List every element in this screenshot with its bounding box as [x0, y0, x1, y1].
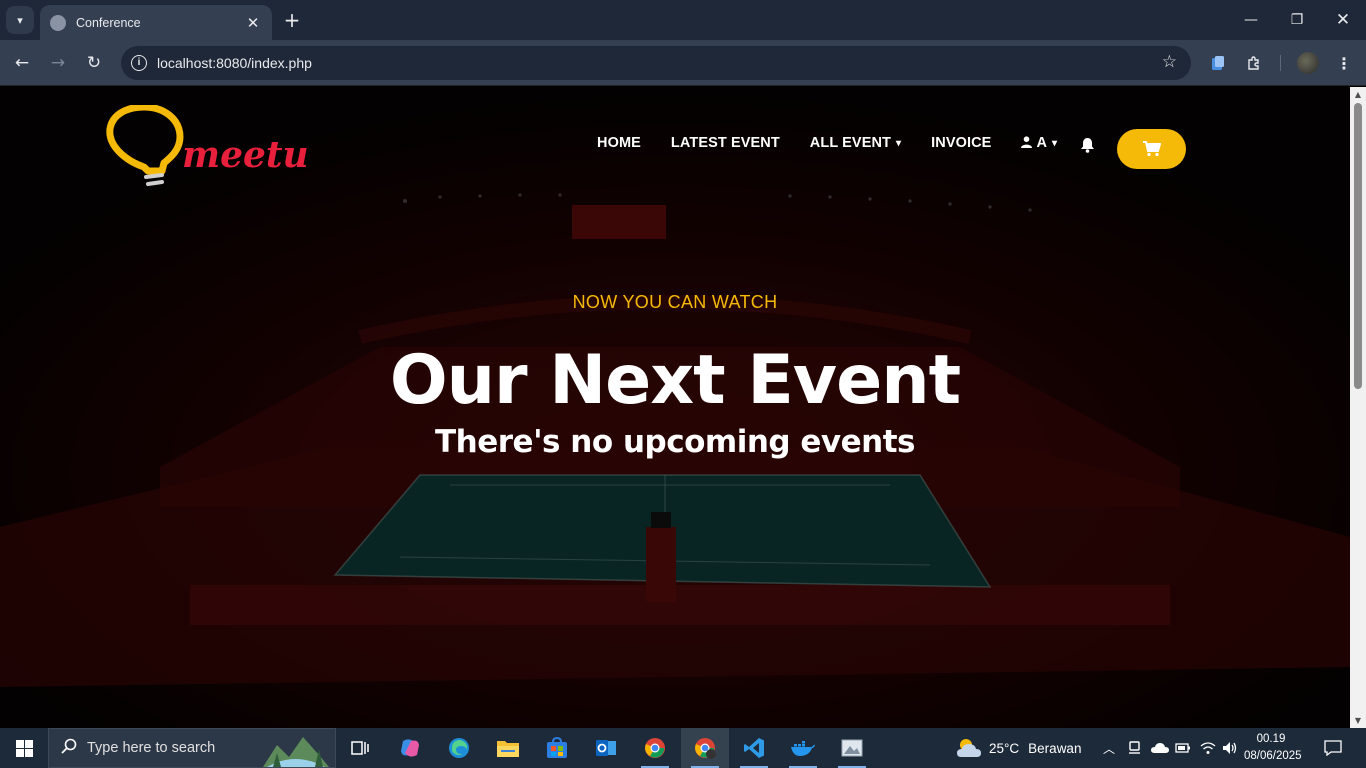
- vscode-icon: [744, 738, 764, 758]
- task-view-icon: [351, 741, 369, 755]
- store-app[interactable]: [533, 728, 581, 768]
- nav-all-event-label: ALL EVENT: [809, 135, 891, 151]
- hero-title: Our Next Event: [389, 341, 961, 420]
- cart-icon: [1142, 141, 1161, 157]
- image-viewer-app[interactable]: [828, 728, 876, 768]
- browser-tab[interactable]: Conference ✕: [40, 5, 272, 40]
- reload-button[interactable]: ↻: [80, 49, 108, 77]
- chevron-down-icon: ▾: [1052, 137, 1058, 149]
- weather-description: Berawan: [1028, 740, 1082, 756]
- scroll-down-icon[interactable]: ▼: [1353, 716, 1363, 725]
- site-navigation: HOME LATEST EVENT ALL EVENT ▾ INVOICE A …: [597, 135, 1087, 151]
- copilot-app[interactable]: [386, 728, 434, 768]
- folder-icon: [497, 741, 519, 757]
- minimize-button[interactable]: —: [1228, 0, 1274, 40]
- search-placeholder: Type here to search: [87, 740, 216, 756]
- volume-icon[interactable]: [1222, 728, 1238, 768]
- bell-icon[interactable]: [1080, 137, 1095, 157]
- bookmark-star-icon[interactable]: ☆: [1162, 52, 1177, 72]
- toolbar-divider: [1280, 55, 1281, 71]
- nav-invoice[interactable]: INVOICE: [931, 135, 991, 151]
- hero-kicker: NOW YOU CAN WATCH: [572, 292, 778, 312]
- copilot-icon: [401, 739, 419, 757]
- browser-toolbar: ← → ↻ i localhost:8080/index.php ☆ ⋮: [0, 40, 1366, 86]
- browser-menu-icon[interactable]: ⋮: [1333, 52, 1355, 74]
- tab-title: Conference: [76, 15, 141, 30]
- chrome-app[interactable]: [631, 728, 679, 768]
- address-bar[interactable]: i localhost:8080/index.php ☆: [121, 46, 1191, 80]
- search-icon: [61, 738, 77, 758]
- edge-app[interactable]: [435, 728, 483, 768]
- scrollbar-thumb[interactable]: [1354, 103, 1362, 389]
- weather-widget[interactable]: 25°C Berawan: [955, 728, 1081, 768]
- store-icon: [547, 737, 567, 758]
- page-scrollbar[interactable]: ▲ ▼: [1350, 87, 1366, 728]
- extension-clipboard-icon[interactable]: [1207, 52, 1229, 74]
- search-highlight-illustration: [263, 737, 329, 767]
- page-viewport: meetup HOME LATEST EVENT ALL EVENT ▾ INV…: [0, 87, 1350, 728]
- nav-latest-event[interactable]: LATEST EVENT: [671, 135, 780, 151]
- task-view-button[interactable]: [336, 728, 384, 768]
- file-explorer-app[interactable]: [484, 728, 532, 768]
- clock-date: 08/06/2025: [1244, 750, 1302, 762]
- scroll-up-icon[interactable]: ▲: [1353, 90, 1363, 99]
- docker-icon: [791, 741, 815, 756]
- nav-all-event[interactable]: ALL EVENT ▾: [810, 135, 901, 151]
- system-clock[interactable]: 00.19 08/06/2025: [1244, 731, 1302, 765]
- close-window-button[interactable]: ✕: [1320, 0, 1366, 40]
- chrome-profile-app[interactable]: [681, 728, 729, 768]
- windows-icon: [15, 739, 33, 757]
- weather-temperature: 25°C: [989, 740, 1020, 756]
- clock-time: 00.19: [1256, 733, 1286, 745]
- nav-user-menu[interactable]: A ▾: [1021, 135, 1057, 151]
- weather-cloud-icon: [957, 739, 981, 757]
- meetup-logo[interactable]: meetup: [104, 105, 309, 191]
- chrome-icon: [645, 738, 665, 758]
- onedrive-icon[interactable]: [1151, 728, 1169, 768]
- site-info-icon[interactable]: i: [131, 55, 147, 71]
- cart-button[interactable]: [1117, 129, 1186, 169]
- start-button[interactable]: [0, 728, 48, 768]
- outlook-app[interactable]: [582, 728, 630, 768]
- image-viewer-icon: [841, 739, 863, 757]
- docker-app[interactable]: [779, 728, 827, 768]
- close-tab-icon[interactable]: ✕: [244, 14, 262, 32]
- taskbar-search[interactable]: Type here to search: [48, 728, 336, 768]
- globe-icon: [50, 14, 66, 31]
- vscode-app[interactable]: [730, 728, 778, 768]
- meet-now-icon[interactable]: [1128, 728, 1141, 768]
- new-tab-button[interactable]: +: [281, 8, 303, 32]
- logo-wordmark: meetup: [182, 134, 309, 176]
- url-text[interactable]: localhost:8080/index.php: [157, 55, 312, 71]
- nav-user-label: A: [1036, 135, 1048, 151]
- nav-home[interactable]: HOME: [597, 135, 641, 151]
- tab-search-button[interactable]: ▾: [6, 6, 34, 34]
- profile-avatar[interactable]: [1297, 52, 1319, 74]
- edge-icon: [449, 738, 469, 758]
- forward-button[interactable]: →: [44, 49, 72, 77]
- outlook-icon: [596, 740, 616, 756]
- extensions-puzzle-icon[interactable]: [1243, 52, 1265, 74]
- back-button[interactable]: ←: [8, 49, 36, 77]
- windows-taskbar: Type here to search 25°C Berawan ︿ 00.19…: [0, 728, 1366, 768]
- user-icon: [1021, 135, 1033, 151]
- tray-overflow-chevron-icon[interactable]: ︿: [1103, 728, 1115, 768]
- browser-tab-bar: ▾ Conference ✕ + — ❐ ✕: [0, 0, 1366, 40]
- restore-button[interactable]: ❐: [1274, 0, 1320, 40]
- chrome-profile-icon: [695, 738, 716, 759]
- wifi-icon[interactable]: [1200, 728, 1216, 768]
- battery-icon[interactable]: [1175, 728, 1191, 768]
- hero-subtitle: There's no upcoming events: [435, 424, 915, 460]
- notification-center-icon[interactable]: [1324, 728, 1342, 768]
- chevron-down-icon: ▾: [896, 137, 902, 149]
